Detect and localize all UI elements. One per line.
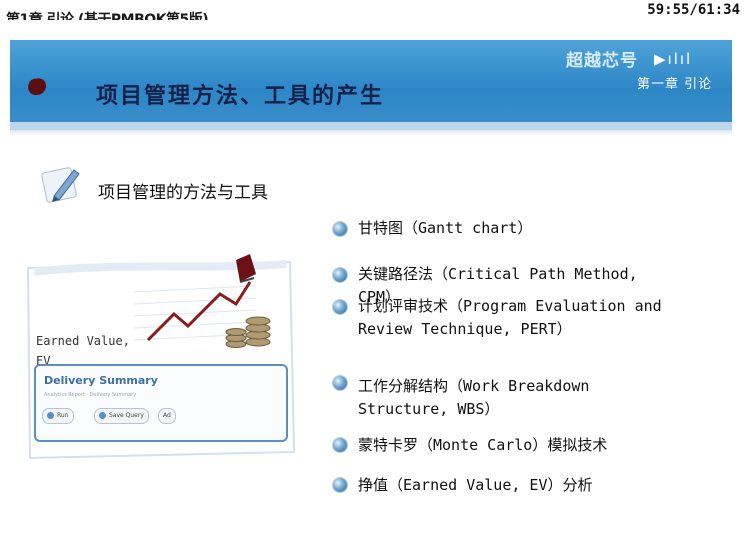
- list-bullet-icon: [333, 438, 347, 452]
- run-button: Run: [42, 408, 74, 424]
- chapter-tag: 第一章 引论: [637, 77, 713, 92]
- panel-title: Delivery Summary: [44, 374, 158, 387]
- brand-waveform-icon: ▶ılıl: [654, 50, 693, 68]
- playback-timer: 59:55/61:34: [647, 2, 740, 18]
- save-icon: [99, 412, 106, 419]
- list-item-monte-carlo: 蒙特卡罗（Monte Carlo）模拟技术: [358, 436, 608, 454]
- list-bullet-icon: [333, 222, 347, 236]
- list-bullet-icon: [333, 268, 347, 282]
- list-item-gantt: 甘特图（Gantt chart）: [358, 219, 533, 237]
- brand-logo: 超越芯号: [566, 51, 638, 71]
- list-item-wbs: 工作分解结构（Work Breakdown Structure, WBS）: [358, 377, 590, 418]
- save-query-button: Save Query: [94, 408, 149, 424]
- title-bullet-icon: [28, 78, 47, 96]
- list-item-earned-value: 挣值（Earned Value, EV）分析: [358, 476, 593, 494]
- list-bullet-icon: [333, 300, 347, 314]
- pen-icon: [41, 167, 80, 203]
- banner-stripe: [10, 130, 732, 136]
- run-icon: [47, 412, 54, 419]
- delivery-summary-panel: Delivery Summary Analytics Report · Deli…: [34, 364, 288, 442]
- list-bullet-icon: [333, 478, 347, 492]
- list-bullet-icon: [333, 376, 347, 390]
- panel-subtitle: Analytics Report · Delivery Summary: [44, 392, 137, 398]
- slide: 项目管理方法、工具的产生 超越芯号 ▶ılıl 第一章 引论 项目管理的方法与工…: [0, 20, 744, 556]
- section-title: 项目管理的方法与工具: [98, 183, 268, 203]
- banner-bottom-band: [10, 122, 732, 130]
- slide-title: 项目管理方法、工具的产生: [96, 84, 385, 109]
- add-button: Ad: [158, 408, 176, 424]
- list-item-pert: 计划评审技术（Program Evaluation and Review Tec…: [358, 297, 662, 338]
